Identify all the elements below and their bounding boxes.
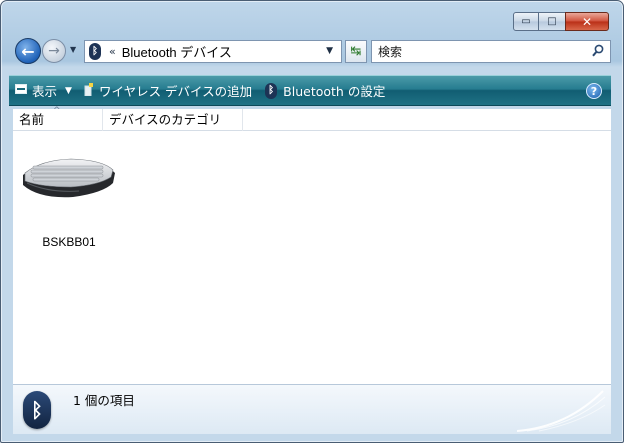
add-device-icon xyxy=(84,82,94,99)
column-header-name[interactable]: ^ 名前 xyxy=(13,106,103,131)
maximize-button[interactable]: □ xyxy=(539,12,565,31)
keyboard-icon xyxy=(23,158,115,198)
command-bar: 表示 ▼ ワイヤレス デバイスの追加 ᛒ Bluetooth の設定 ? xyxy=(9,75,611,106)
view-menu-button[interactable]: 表示 ▼ xyxy=(15,81,72,100)
address-bar[interactable]: ᛒ « Bluetooth デバイス ▼ xyxy=(84,40,342,63)
add-wireless-device-button[interactable]: ワイヤレス デバイスの追加 xyxy=(84,81,252,100)
item-count-label: 1 個の項目 xyxy=(73,393,135,408)
breadcrumb-overflow-chevron[interactable]: « xyxy=(109,45,116,58)
column-name-label: 名前 xyxy=(19,112,45,127)
bluetooth-icon: ᛒ xyxy=(265,82,278,99)
bluetooth-icon: ᛒ xyxy=(23,391,51,429)
column-category-label: デバイスのカテゴリ xyxy=(109,112,222,127)
chevron-down-icon: ▼ xyxy=(65,85,72,96)
back-button[interactable]: ← xyxy=(15,38,41,64)
search-box[interactable]: 検索 xyxy=(371,40,611,63)
search-icon[interactable] xyxy=(592,44,604,61)
sort-ascending-icon: ^ xyxy=(53,106,61,116)
explorer-window: ▭ □ ✕ ← → ▼ ᛒ « Bluetooth デバイス ▼ ↹ 検索 表示… xyxy=(0,0,624,443)
search-input[interactable]: 検索 xyxy=(378,43,402,60)
address-dropdown-icon[interactable]: ▼ xyxy=(326,46,333,56)
view-label: 表示 xyxy=(32,84,58,99)
breadcrumb-current[interactable]: Bluetooth デバイス xyxy=(122,42,232,61)
decorative-swoosh xyxy=(517,390,606,432)
file-list: BSKBB01 xyxy=(13,131,611,384)
help-icon[interactable]: ? xyxy=(586,83,602,99)
bluetooth-settings-button[interactable]: ᛒ Bluetooth の設定 xyxy=(265,81,385,100)
forward-button[interactable]: → xyxy=(42,39,66,63)
add-device-label: ワイヤレス デバイスの追加 xyxy=(98,84,253,99)
bluetooth-settings-label: Bluetooth の設定 xyxy=(283,84,386,99)
details-pane: ᛒ 1 個の項目 xyxy=(13,384,611,434)
minimize-button[interactable]: ▭ xyxy=(513,12,539,31)
column-header: ^ 名前 デバイスのカテゴリ xyxy=(13,106,611,131)
close-button[interactable]: ✕ xyxy=(565,12,609,31)
view-icon xyxy=(15,84,27,97)
column-header-category[interactable]: デバイスのカテゴリ xyxy=(103,109,243,131)
refresh-button[interactable]: ↹ xyxy=(345,40,367,63)
device-item[interactable]: BSKBB01 xyxy=(19,153,121,253)
bluetooth-icon: ᛒ xyxy=(89,43,101,60)
caption-buttons: ▭ □ ✕ xyxy=(513,12,609,31)
navigation-bar: ← → ▼ ᛒ « Bluetooth デバイス ▼ ↹ 検索 xyxy=(15,38,611,66)
recent-pages-dropdown[interactable]: ▼ xyxy=(70,45,76,54)
device-name-label: BSKBB01 xyxy=(42,235,96,249)
